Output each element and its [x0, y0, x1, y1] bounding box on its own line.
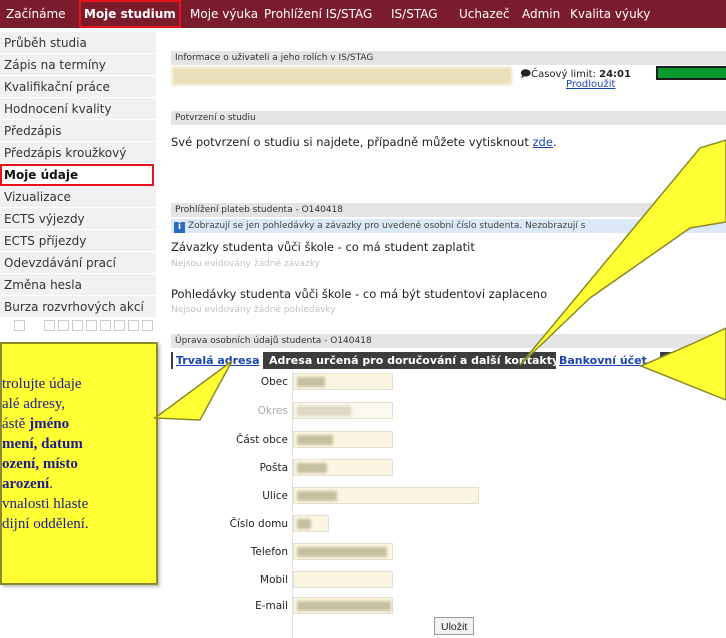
callout-arrow-right [639, 327, 726, 401]
callout-arrow-top [519, 139, 726, 366]
callout-arrow-left [152, 360, 233, 421]
callout-arrows [152, 139, 726, 421]
